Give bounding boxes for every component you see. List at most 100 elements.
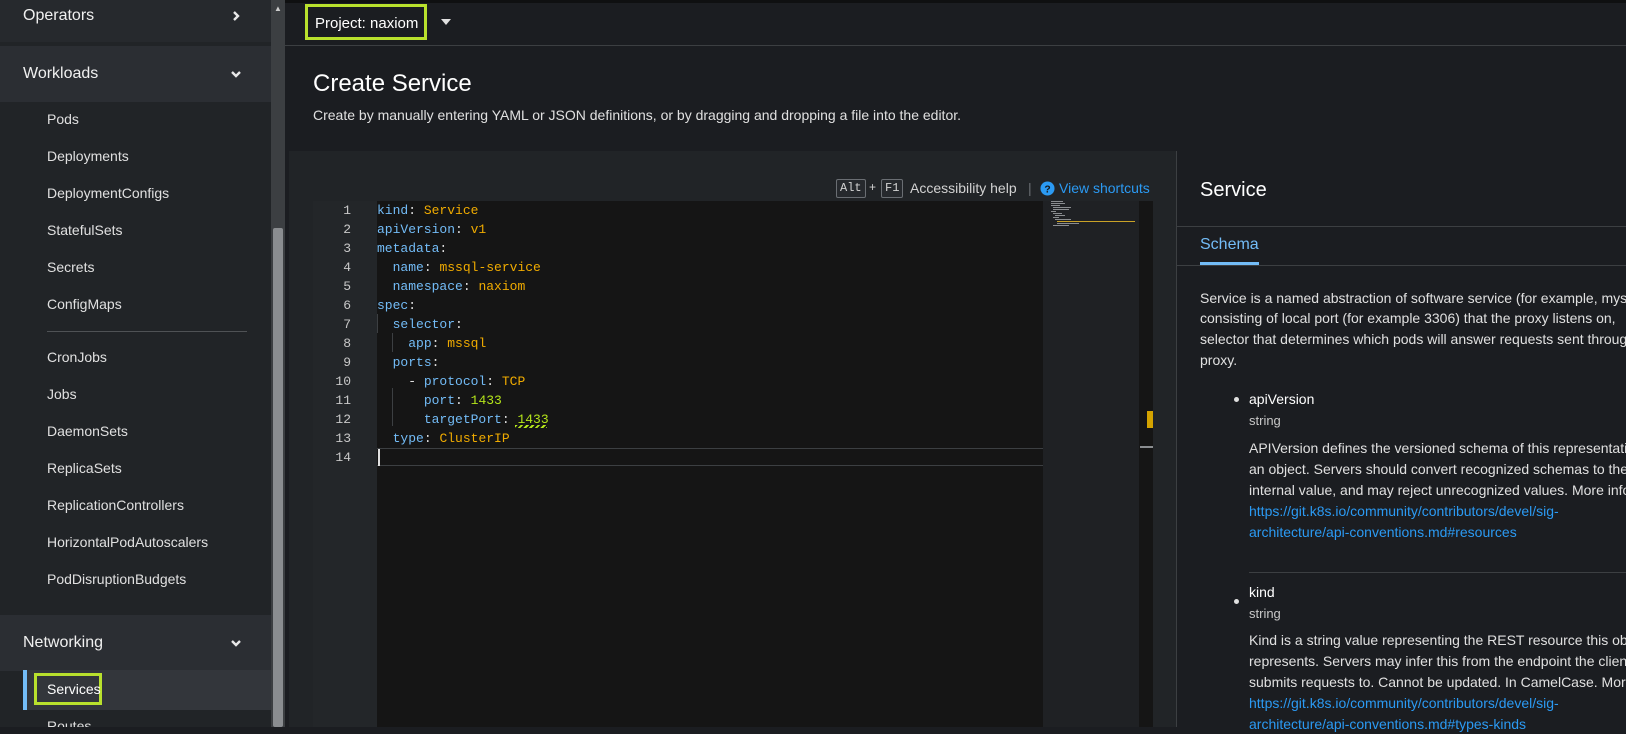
- code-line[interactable]: spec:: [377, 296, 424, 315]
- nav-section-operators[interactable]: Operators: [0, 0, 271, 42]
- api-conventions-link[interactable]: architecture/api-conventions.md#resource…: [1249, 522, 1517, 542]
- schema-description: selector that determines which pods will…: [1200, 331, 1626, 347]
- code-line[interactable]: ports:: [377, 353, 447, 372]
- lint-warning-squiggle: [515, 425, 547, 428]
- code-line[interactable]: port: 1433: [377, 391, 502, 410]
- field-description: Kind is a string value representing the …: [1249, 632, 1626, 648]
- field-description: submits requests to. Cannot be updated. …: [1249, 674, 1626, 690]
- chevron-right-icon: [233, 11, 240, 21]
- line-number: 10: [335, 374, 351, 389]
- nav-section-networking[interactable]: Networking: [0, 615, 271, 671]
- sidebar-item-deploymentconfigs[interactable]: DeploymentConfigs: [47, 184, 169, 202]
- minimap-line: [1051, 201, 1063, 202]
- nav-section-workloads[interactable]: Workloads: [0, 46, 271, 102]
- yaml-value: TCP: [501, 374, 526, 389]
- minimap-line: [1053, 225, 1069, 226]
- list-bullet: [1234, 397, 1239, 402]
- indent-guide: [377, 314, 378, 333]
- yaml-value: v1: [470, 222, 487, 237]
- yaml-value: mssql-service: [439, 260, 541, 275]
- code-indent: -: [377, 374, 424, 389]
- line-number: 14: [335, 450, 351, 465]
- panel-divider: [1177, 226, 1626, 227]
- nav-section-label: Operators: [23, 7, 95, 24]
- project-selector[interactable]: Project: naxiom: [305, 4, 427, 40]
- editor-minimap[interactable]: [1043, 201, 1139, 727]
- kbd-alt: Alt: [836, 179, 866, 198]
- yaml-colon: :: [408, 298, 424, 313]
- code-line[interactable]: namespace: naxiom: [377, 277, 526, 296]
- sidebar: Operators Workloads Pods Deployments Dep…: [0, 0, 271, 727]
- scrollbar-thumb[interactable]: [273, 228, 283, 727]
- sidebar-item-poddisruptionbudgets[interactable]: PodDisruptionBudgets: [47, 570, 186, 588]
- sidebar-item-statefulsets[interactable]: StatefulSets: [47, 221, 123, 239]
- scroll-up-icon[interactable]: ▲: [271, 2, 285, 16]
- field-description: represents. Servers may infer this from …: [1249, 653, 1626, 669]
- sidebar-item-jobs[interactable]: Jobs: [47, 385, 77, 403]
- sidebar-item-secrets[interactable]: Secrets: [47, 258, 94, 276]
- code-line[interactable]: apiVersion: v1: [377, 220, 486, 239]
- minimap-line: [1057, 223, 1079, 224]
- sidebar-item-configmaps[interactable]: ConfigMaps: [47, 295, 122, 313]
- code-line[interactable]: - protocol: TCP: [377, 372, 525, 391]
- question-circle-icon[interactable]: ?: [1040, 181, 1055, 196]
- yaml-key: app: [408, 336, 432, 351]
- api-conventions-link[interactable]: https://git.k8s.io/community/contributor…: [1249, 501, 1559, 521]
- list-bullet: [1234, 599, 1239, 604]
- yaml-key: selector: [392, 317, 456, 332]
- yaml-key: metadata: [377, 241, 440, 256]
- schema-description: Service is a named abstraction of softwa…: [1200, 290, 1626, 306]
- sidebar-item-replicasets[interactable]: ReplicaSets: [47, 459, 122, 477]
- yaml-colon: :: [439, 241, 456, 256]
- field-name-kind: kind: [1249, 584, 1275, 600]
- view-shortcuts-link[interactable]: View shortcuts: [1059, 180, 1150, 196]
- sidebar-item-routes[interactable]: Routes: [47, 717, 91, 727]
- line-number: 6: [343, 298, 351, 313]
- minimap-line: [1053, 217, 1059, 218]
- sidebar-item-daemonsets[interactable]: DaemonSets: [47, 422, 128, 440]
- yaml-key: namespace: [392, 279, 463, 294]
- tabs-divider: [1177, 265, 1626, 266]
- sidebar-item-services[interactable]: Services: [34, 673, 102, 705]
- page-description: Create by manually entering YAML or JSON…: [313, 107, 962, 123]
- yaml-colon: :: [423, 260, 440, 275]
- overview-ruler-warning: [1147, 411, 1153, 428]
- code-line[interactable]: app: mssql: [377, 334, 486, 353]
- api-conventions-link[interactable]: https://git.k8s.io/community/contributor…: [1249, 693, 1559, 713]
- schema-description: proxy.: [1200, 352, 1238, 368]
- yaml-value: mssql: [447, 336, 487, 351]
- field-divider: [1249, 572, 1626, 573]
- minimap-line: [1055, 215, 1065, 216]
- field-description: internal value, and may reject unrecogni…: [1249, 482, 1626, 498]
- line-number: 3: [343, 241, 351, 256]
- yaml-key: port: [423, 393, 456, 408]
- sidebar-item-replicationcontrollers[interactable]: ReplicationControllers: [47, 496, 184, 514]
- code-line[interactable]: metadata:: [377, 239, 455, 258]
- tab-schema[interactable]: Schema: [1200, 236, 1259, 254]
- yaml-key: targetPort: [423, 412, 502, 427]
- sidebar-item-cronjobs[interactable]: CronJobs: [47, 348, 107, 366]
- sidebar-item-pods[interactable]: Pods: [47, 110, 79, 128]
- sidebar-item-deployments[interactable]: Deployments: [47, 147, 129, 165]
- indent-guide: [392, 333, 393, 352]
- yaml-colon: :: [431, 336, 448, 351]
- indent-guide: [392, 388, 393, 426]
- caret-down-icon[interactable]: [441, 19, 451, 25]
- line-number: 13: [335, 431, 351, 446]
- code-line[interactable]: type: ClusterIP: [377, 429, 510, 448]
- code-line[interactable]: selector:: [377, 315, 471, 334]
- svg-text:?: ?: [1044, 184, 1050, 195]
- sidebar-item-horizontalpodautoscalers[interactable]: HorizontalPodAutoscalers: [47, 533, 208, 551]
- code-line[interactable]: name: mssql-service: [377, 258, 541, 277]
- sidebar-scrollbar[interactable]: ▲: [271, 0, 285, 727]
- api-conventions-link[interactable]: architecture/api-conventions.md#types-ki…: [1249, 714, 1526, 734]
- code-line[interactable]: kind: Service: [377, 201, 478, 220]
- overview-ruler-cursor: [1140, 446, 1153, 448]
- project-bar: [285, 0, 1626, 46]
- yaml-key: apiVersion: [377, 222, 456, 237]
- minimap-line: [1053, 213, 1062, 214]
- yaml-value: ClusterIP: [439, 431, 510, 446]
